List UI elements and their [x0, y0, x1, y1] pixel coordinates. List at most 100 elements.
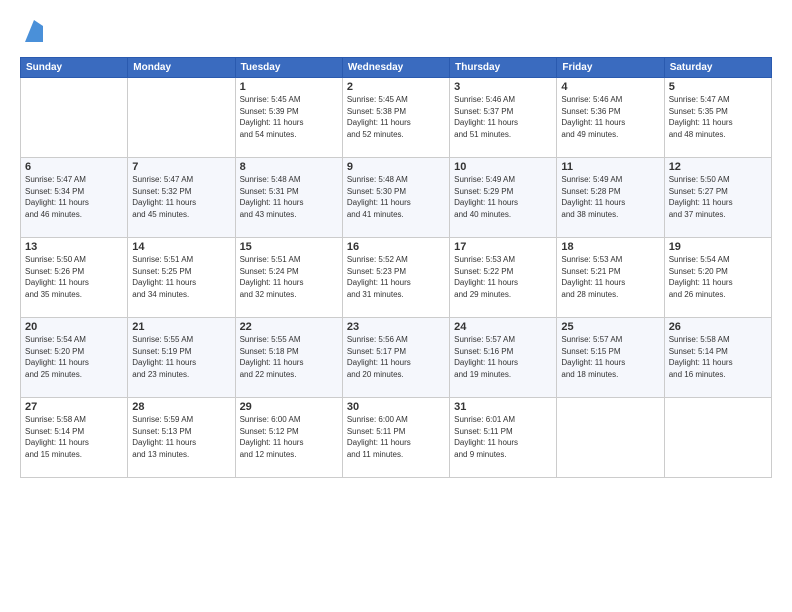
day-info: Sunrise: 5:53 AMSunset: 5:22 PMDaylight:… [454, 254, 552, 300]
day-number: 26 [669, 321, 767, 333]
calendar-cell: 22Sunrise: 5:55 AMSunset: 5:18 PMDayligh… [235, 318, 342, 398]
day-number: 28 [132, 401, 230, 413]
day-number: 21 [132, 321, 230, 333]
calendar-cell [128, 78, 235, 158]
day-info: Sunrise: 5:50 AMSunset: 5:27 PMDaylight:… [669, 174, 767, 220]
day-number: 20 [25, 321, 123, 333]
day-info: Sunrise: 6:01 AMSunset: 5:11 PMDaylight:… [454, 414, 552, 460]
day-number: 12 [669, 161, 767, 173]
calendar-cell: 3Sunrise: 5:46 AMSunset: 5:37 PMDaylight… [450, 78, 557, 158]
day-number: 29 [240, 401, 338, 413]
day-number: 22 [240, 321, 338, 333]
weekday-header: Friday [557, 58, 664, 78]
weekday-header: Monday [128, 58, 235, 78]
calendar-cell: 11Sunrise: 5:49 AMSunset: 5:28 PMDayligh… [557, 158, 664, 238]
day-number: 30 [347, 401, 445, 413]
day-info: Sunrise: 5:57 AMSunset: 5:16 PMDaylight:… [454, 334, 552, 380]
calendar-cell: 31Sunrise: 6:01 AMSunset: 5:11 PMDayligh… [450, 398, 557, 478]
day-number: 7 [132, 161, 230, 173]
day-number: 4 [561, 81, 659, 93]
day-number: 14 [132, 241, 230, 253]
calendar-cell [21, 78, 128, 158]
calendar-cell [664, 398, 771, 478]
day-number: 17 [454, 241, 552, 253]
calendar-cell: 12Sunrise: 5:50 AMSunset: 5:27 PMDayligh… [664, 158, 771, 238]
calendar-cell: 20Sunrise: 5:54 AMSunset: 5:20 PMDayligh… [21, 318, 128, 398]
day-info: Sunrise: 5:45 AMSunset: 5:39 PMDaylight:… [240, 94, 338, 140]
day-info: Sunrise: 5:47 AMSunset: 5:35 PMDaylight:… [669, 94, 767, 140]
day-number: 27 [25, 401, 123, 413]
day-number: 24 [454, 321, 552, 333]
day-info: Sunrise: 5:49 AMSunset: 5:29 PMDaylight:… [454, 174, 552, 220]
day-info: Sunrise: 5:55 AMSunset: 5:19 PMDaylight:… [132, 334, 230, 380]
day-info: Sunrise: 5:51 AMSunset: 5:25 PMDaylight:… [132, 254, 230, 300]
day-info: Sunrise: 5:46 AMSunset: 5:37 PMDaylight:… [454, 94, 552, 140]
calendar-cell: 7Sunrise: 5:47 AMSunset: 5:32 PMDaylight… [128, 158, 235, 238]
day-number: 2 [347, 81, 445, 93]
day-info: Sunrise: 5:45 AMSunset: 5:38 PMDaylight:… [347, 94, 445, 140]
day-info: Sunrise: 5:55 AMSunset: 5:18 PMDaylight:… [240, 334, 338, 380]
calendar-cell: 1Sunrise: 5:45 AMSunset: 5:39 PMDaylight… [235, 78, 342, 158]
day-number: 31 [454, 401, 552, 413]
calendar-cell: 18Sunrise: 5:53 AMSunset: 5:21 PMDayligh… [557, 238, 664, 318]
day-info: Sunrise: 5:57 AMSunset: 5:15 PMDaylight:… [561, 334, 659, 380]
day-info: Sunrise: 5:52 AMSunset: 5:23 PMDaylight:… [347, 254, 445, 300]
day-info: Sunrise: 5:56 AMSunset: 5:17 PMDaylight:… [347, 334, 445, 380]
calendar-cell: 24Sunrise: 5:57 AMSunset: 5:16 PMDayligh… [450, 318, 557, 398]
day-number: 11 [561, 161, 659, 173]
day-info: Sunrise: 5:53 AMSunset: 5:21 PMDaylight:… [561, 254, 659, 300]
calendar-cell: 8Sunrise: 5:48 AMSunset: 5:31 PMDaylight… [235, 158, 342, 238]
day-info: Sunrise: 5:48 AMSunset: 5:31 PMDaylight:… [240, 174, 338, 220]
day-info: Sunrise: 5:58 AMSunset: 5:14 PMDaylight:… [669, 334, 767, 380]
calendar-cell: 14Sunrise: 5:51 AMSunset: 5:25 PMDayligh… [128, 238, 235, 318]
day-info: Sunrise: 5:47 AMSunset: 5:32 PMDaylight:… [132, 174, 230, 220]
day-number: 6 [25, 161, 123, 173]
day-info: Sunrise: 5:50 AMSunset: 5:26 PMDaylight:… [25, 254, 123, 300]
day-info: Sunrise: 5:48 AMSunset: 5:30 PMDaylight:… [347, 174, 445, 220]
calendar: SundayMondayTuesdayWednesdayThursdayFrid… [20, 57, 772, 478]
weekday-header: Tuesday [235, 58, 342, 78]
day-info: Sunrise: 5:59 AMSunset: 5:13 PMDaylight:… [132, 414, 230, 460]
day-info: Sunrise: 5:46 AMSunset: 5:36 PMDaylight:… [561, 94, 659, 140]
calendar-header-row: SundayMondayTuesdayWednesdayThursdayFrid… [21, 58, 772, 78]
calendar-cell: 27Sunrise: 5:58 AMSunset: 5:14 PMDayligh… [21, 398, 128, 478]
weekday-header: Thursday [450, 58, 557, 78]
calendar-cell: 19Sunrise: 5:54 AMSunset: 5:20 PMDayligh… [664, 238, 771, 318]
calendar-cell: 9Sunrise: 5:48 AMSunset: 5:30 PMDaylight… [342, 158, 449, 238]
day-number: 23 [347, 321, 445, 333]
calendar-cell: 10Sunrise: 5:49 AMSunset: 5:29 PMDayligh… [450, 158, 557, 238]
calendar-cell: 23Sunrise: 5:56 AMSunset: 5:17 PMDayligh… [342, 318, 449, 398]
calendar-cell: 15Sunrise: 5:51 AMSunset: 5:24 PMDayligh… [235, 238, 342, 318]
day-number: 1 [240, 81, 338, 93]
calendar-week-row: 20Sunrise: 5:54 AMSunset: 5:20 PMDayligh… [21, 318, 772, 398]
calendar-cell: 29Sunrise: 6:00 AMSunset: 5:12 PMDayligh… [235, 398, 342, 478]
calendar-cell [557, 398, 664, 478]
logo [20, 18, 43, 47]
day-number: 19 [669, 241, 767, 253]
calendar-cell: 6Sunrise: 5:47 AMSunset: 5:34 PMDaylight… [21, 158, 128, 238]
day-info: Sunrise: 5:47 AMSunset: 5:34 PMDaylight:… [25, 174, 123, 220]
day-number: 18 [561, 241, 659, 253]
weekday-header: Saturday [664, 58, 771, 78]
logo-icon [25, 20, 43, 42]
day-number: 25 [561, 321, 659, 333]
day-info: Sunrise: 6:00 AMSunset: 5:11 PMDaylight:… [347, 414, 445, 460]
day-info: Sunrise: 5:58 AMSunset: 5:14 PMDaylight:… [25, 414, 123, 460]
calendar-cell: 2Sunrise: 5:45 AMSunset: 5:38 PMDaylight… [342, 78, 449, 158]
day-number: 9 [347, 161, 445, 173]
calendar-week-row: 6Sunrise: 5:47 AMSunset: 5:34 PMDaylight… [21, 158, 772, 238]
calendar-cell: 17Sunrise: 5:53 AMSunset: 5:22 PMDayligh… [450, 238, 557, 318]
day-number: 3 [454, 81, 552, 93]
day-info: Sunrise: 5:51 AMSunset: 5:24 PMDaylight:… [240, 254, 338, 300]
calendar-cell: 30Sunrise: 6:00 AMSunset: 5:11 PMDayligh… [342, 398, 449, 478]
day-info: Sunrise: 6:00 AMSunset: 5:12 PMDaylight:… [240, 414, 338, 460]
weekday-header: Sunday [21, 58, 128, 78]
calendar-cell: 25Sunrise: 5:57 AMSunset: 5:15 PMDayligh… [557, 318, 664, 398]
calendar-cell: 16Sunrise: 5:52 AMSunset: 5:23 PMDayligh… [342, 238, 449, 318]
calendar-week-row: 1Sunrise: 5:45 AMSunset: 5:39 PMDaylight… [21, 78, 772, 158]
calendar-cell: 21Sunrise: 5:55 AMSunset: 5:19 PMDayligh… [128, 318, 235, 398]
day-number: 8 [240, 161, 338, 173]
weekday-header: Wednesday [342, 58, 449, 78]
day-number: 5 [669, 81, 767, 93]
day-number: 15 [240, 241, 338, 253]
